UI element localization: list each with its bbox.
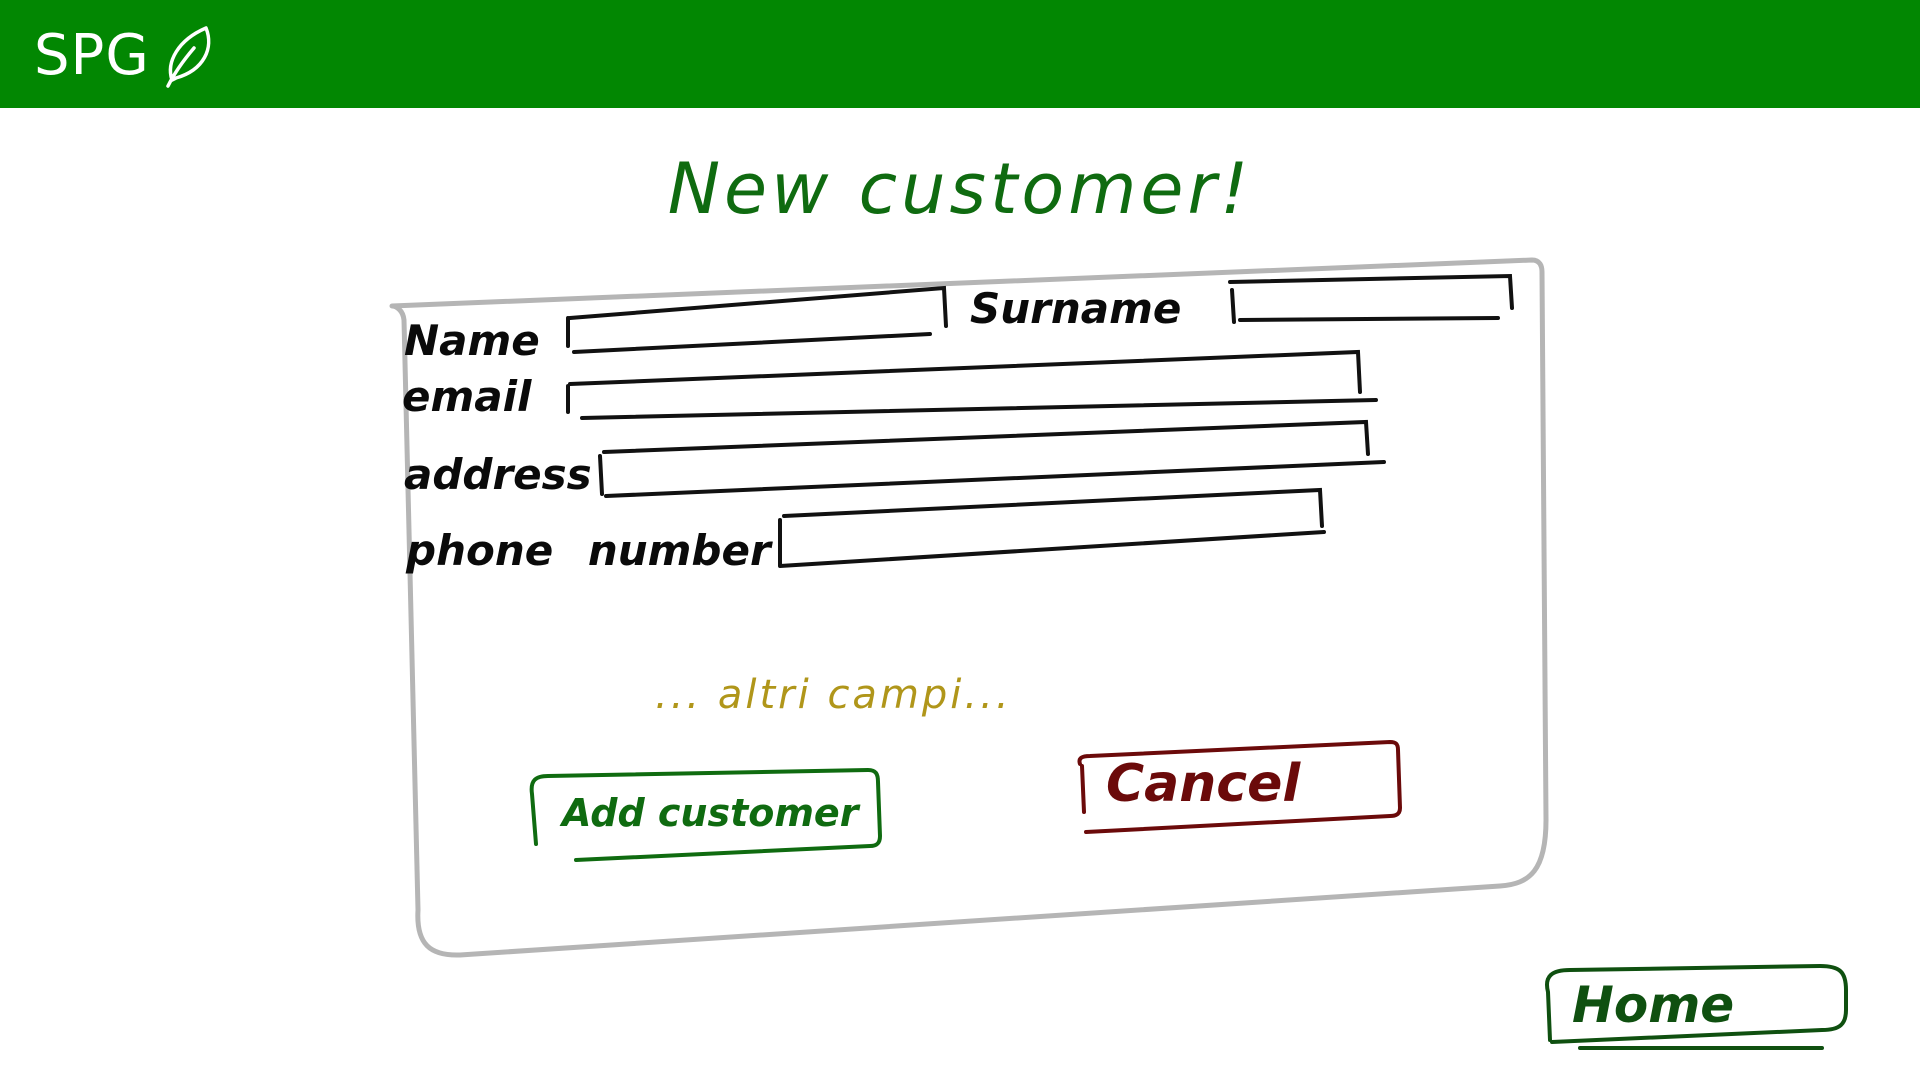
home-button[interactable]: Home <box>1548 968 1848 1042</box>
more-fields-note: ... altri campi... <box>655 672 1012 718</box>
page-title: New customer! <box>667 148 1253 230</box>
add-customer-button[interactable]: Add customer <box>532 772 880 852</box>
email-input[interactable] <box>576 362 1360 412</box>
brand-logo[interactable]: SPG <box>34 24 218 88</box>
surname-input[interactable] <box>1240 282 1510 320</box>
top-bar: SPG <box>0 0 1920 108</box>
home-button-label: Home <box>1572 976 1735 1034</box>
leaf-icon <box>165 26 211 88</box>
cancel-button[interactable]: Cancel <box>1080 744 1400 824</box>
add-customer-button-label: Add customer <box>562 791 859 835</box>
email-label: email <box>402 372 532 421</box>
phone-number-input[interactable] <box>788 500 1322 562</box>
name-input[interactable] <box>576 300 940 346</box>
page: SPG New customer! Name Surname email add <box>0 0 1920 1080</box>
brand-name: SPG <box>34 23 150 88</box>
name-label: Name <box>404 316 540 365</box>
surname-label: Surname <box>970 284 1182 333</box>
address-label: address <box>404 450 592 499</box>
address-input[interactable] <box>610 430 1366 492</box>
cancel-button-label: Cancel <box>1106 754 1301 814</box>
phone-number-label: phone number <box>406 526 771 575</box>
